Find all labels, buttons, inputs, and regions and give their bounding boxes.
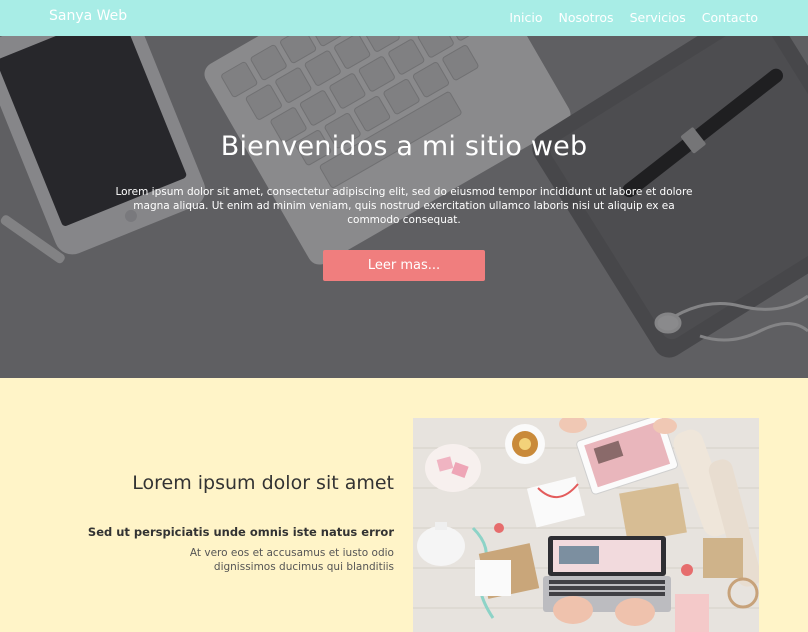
nav-link-servicios[interactable]: Servicios (630, 10, 686, 25)
feature-title: Lorem ipsum dolor sit amet (132, 472, 394, 494)
feature-subtitle: Sed ut perspiciatis unde omnis iste natu… (87, 525, 394, 539)
hero-title: Bienvenidos a mi sitio web (220, 131, 588, 162)
workspace-photo (413, 418, 759, 632)
feature-section: Lorem ipsum dolor sit amet Sed ut perspi… (0, 378, 808, 632)
feature-description: At vero eos et accusamus et iusto odio d… (189, 547, 394, 573)
nav-link-inicio[interactable]: Inicio (509, 10, 542, 25)
brand-logo[interactable]: Sanya Web (49, 8, 127, 24)
hero-description: Lorem ipsum dolor sit amet, consectetur … (115, 186, 693, 226)
hero-section: Bienvenidos a mi sitio web Lorem ipsum d… (0, 36, 808, 378)
navbar: Sanya Web Inicio Nosotros Servicios Cont… (0, 0, 808, 36)
nav-link-nosotros[interactable]: Nosotros (558, 10, 613, 25)
nav-links: Inicio Nosotros Servicios Contacto (509, 10, 758, 25)
feature-image (413, 418, 759, 632)
read-more-button[interactable]: Leer mas... (323, 250, 485, 281)
nav-link-contacto[interactable]: Contacto (702, 10, 758, 25)
